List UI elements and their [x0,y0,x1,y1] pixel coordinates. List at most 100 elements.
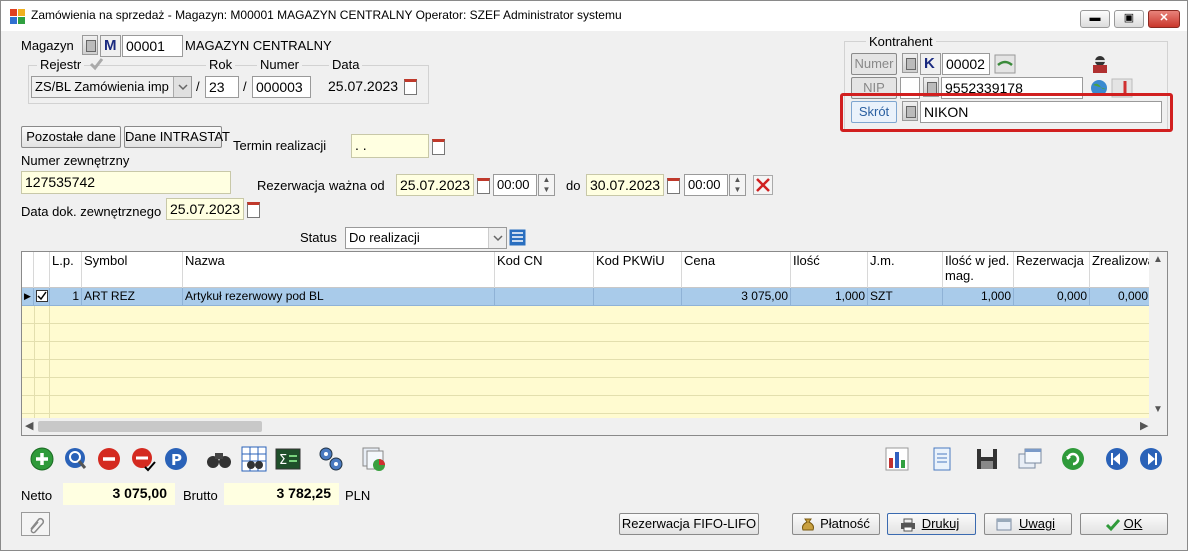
uwagi-button[interactable]: Uwagi [984,513,1072,535]
horizontal-scrollbar[interactable]: ◀ ▶ [22,418,1167,435]
kontrahent-lookup-button[interactable] [902,53,918,73]
last-record-icon[interactable] [1138,446,1164,472]
binoculars-icon[interactable] [206,446,232,472]
ok-button[interactable]: OK [1080,513,1168,535]
row-checkbox[interactable] [34,288,50,306]
documents-chart-icon[interactable] [361,446,387,472]
status-label: Status [300,230,337,245]
attachment-button[interactable] [21,512,50,536]
windows-icon[interactable] [1017,446,1043,472]
view-icon[interactable] [63,446,89,472]
rezerwacja-od-date[interactable]: 25.07.2023 [396,174,474,196]
netto-value: 3 075,00 [63,483,175,505]
close-button[interactable]: ✕ [1148,10,1180,28]
handshake-icon[interactable] [994,54,1016,74]
add-icon[interactable] [29,446,55,472]
time-spinner-do[interactable]: ▲ ▼ [729,174,746,196]
data-zew-field[interactable]: 25.07.2023 [166,198,244,220]
rezerwacja-od-time[interactable]: 00:00 [493,174,537,196]
rok-label: Rok [206,57,236,72]
vertical-scrollbar[interactable]: ▲ ▼ [1149,252,1167,419]
cell-kod-cn [495,288,594,306]
netto-label: Netto [21,488,53,503]
dane-intrastat-button[interactable]: Dane INTRASTAT [124,126,230,148]
save-icon[interactable] [974,446,1000,472]
termin-field[interactable]: . . [351,134,429,158]
notes-icon [996,518,1012,531]
list-icon[interactable] [509,229,526,246]
delete-checked-icon[interactable] [130,446,156,472]
kontrahent-numer-field[interactable]: 00002 [942,53,990,75]
col-zrealizowano[interactable]: Zrealizowa [1090,252,1150,288]
numer-zew-label: Numer zewnętrzny [21,153,130,168]
do-label: do [566,178,581,193]
separator-1: / [196,79,200,94]
cell-jm: SZT [868,288,943,306]
table-binoculars-icon[interactable] [241,446,267,472]
rezerwacja-do-date[interactable]: 30.07.2023 [586,174,664,196]
col-lp[interactable]: L.p. [50,252,82,288]
maximize-button[interactable]: ▣ [1114,10,1144,28]
col-ilosc-mag[interactable]: Ilość w jed. mag. [943,252,1014,288]
col-rezerwacja[interactable]: Rezerwacja [1014,252,1090,288]
row-pointer-icon: ▶ [22,288,34,306]
chevron-down-icon[interactable] [173,77,191,97]
refresh-icon[interactable] [1060,446,1086,472]
calendar-icon-termin[interactable] [430,136,446,156]
delete-icon[interactable] [96,446,122,472]
magazyn-prefix: M [100,35,121,57]
grid-lines [34,306,50,419]
status-select[interactable]: Do realizacji [345,227,507,249]
minimize-button[interactable]: ▬ [1080,10,1110,28]
p-icon[interactable]: P [163,446,189,472]
rok-field[interactable]: 23 [205,76,239,98]
col-cena[interactable]: Cena [682,252,791,288]
col-jm[interactable]: J.m. [868,252,943,288]
empty-row [22,324,1150,342]
sum-icon[interactable]: Σ [275,446,301,472]
numer-zew-field[interactable]: 127535742 [21,171,231,194]
maximize-icon: ▣ [1123,12,1135,24]
scroll-right-icon[interactable]: ▶ [1140,419,1148,432]
magazyn-code-field[interactable]: 00001 [122,35,183,57]
col-ilosc[interactable]: Ilość [791,252,868,288]
ok-label: OK [1123,516,1143,531]
check-icon [1105,519,1121,532]
scroll-up-icon[interactable]: ▲ [1153,254,1163,265]
calendar-icon[interactable] [402,76,418,96]
rejestr-select[interactable]: ZS/BL Zamówienia imp [31,76,192,98]
platnosc-button[interactable]: Płatność [792,513,880,535]
calendar-icon-do[interactable] [665,175,681,195]
magazyn-lookup-button[interactable] [82,35,98,55]
empty-row [22,396,1150,414]
calendar-icon-zew[interactable] [245,199,261,219]
calendar-icon-od[interactable] [475,175,491,195]
gears-icon[interactable] [318,446,344,472]
spy-icon[interactable] [1089,53,1111,75]
col-symbol[interactable]: Symbol [82,252,183,288]
document-icon[interactable] [929,446,955,472]
pozostale-dane-button[interactable]: Pozostałe dane [21,126,121,148]
chart-icon[interactable] [884,446,910,472]
drukuj-label: Drukuj [921,516,960,531]
clear-icon[interactable] [753,175,773,195]
col-nazwa[interactable]: Nazwa [183,252,495,288]
scroll-down-icon[interactable]: ▼ [1153,404,1163,415]
data-zew-label: Data dok. zewnętrznego [21,204,162,219]
first-record-icon[interactable] [1104,446,1130,472]
rezerwacja-do-time[interactable]: 00:00 [684,174,728,196]
time-spinner-od[interactable]: ▲ ▼ [538,174,555,196]
col-kod-pkwiu[interactable]: Kod PKWiU [594,252,682,288]
col-kod-cn[interactable]: Kod CN [495,252,594,288]
data-value: 25.07.2023 [328,78,399,94]
chevron-down-icon-status[interactable] [488,228,506,248]
drukuj-button[interactable]: Drukuj [887,513,976,535]
rezerwacja-fifo-button[interactable]: Rezerwacja FIFO-LIFO [619,513,759,535]
separator-2: / [243,79,247,94]
scroll-left-icon[interactable]: ◀ [25,419,33,432]
printer-icon [901,518,915,532]
numer-field[interactable]: 000003 [252,76,311,98]
table-row[interactable]: ▶ 1 ART REZ Artykuł rezerwowy pod BL 3 0… [22,288,1150,306]
numer-toggle-button[interactable]: Numer [851,53,897,75]
scroll-thumb[interactable] [38,421,262,432]
